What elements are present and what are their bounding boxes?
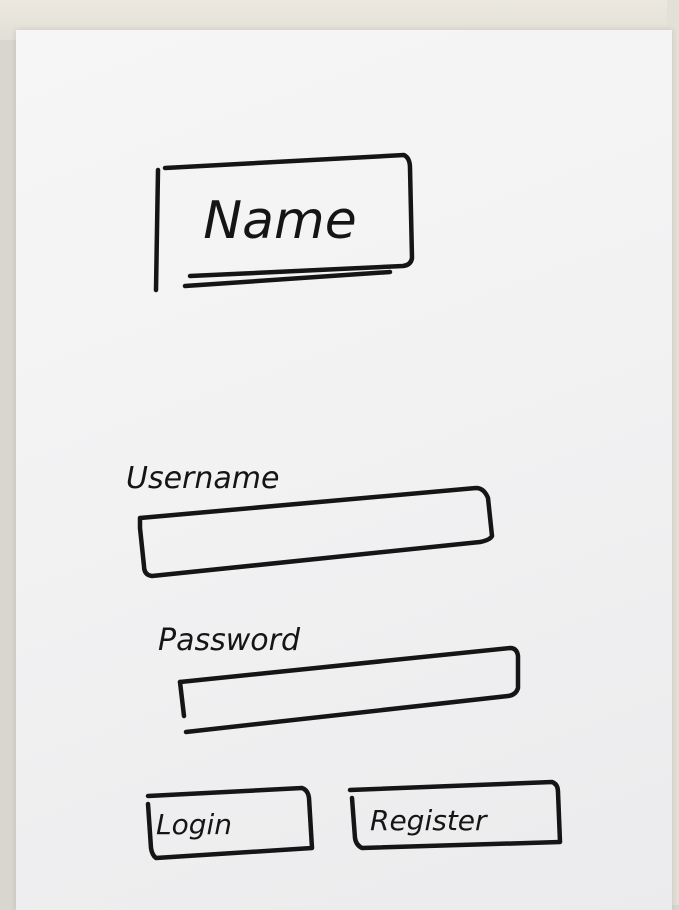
login-button[interactable]: Login — [145, 785, 315, 861]
app-title: Name — [203, 191, 356, 251]
register-button-label: Register — [370, 804, 488, 837]
wireframe-sketch: Name Username Password Login Register — [126, 152, 563, 861]
login-button-label: Login — [156, 808, 232, 841]
password-input[interactable] — [177, 645, 521, 735]
register-button[interactable]: Register — [347, 779, 563, 851]
username-input[interactable] — [137, 485, 495, 579]
app-title-box: Name — [153, 152, 415, 293]
